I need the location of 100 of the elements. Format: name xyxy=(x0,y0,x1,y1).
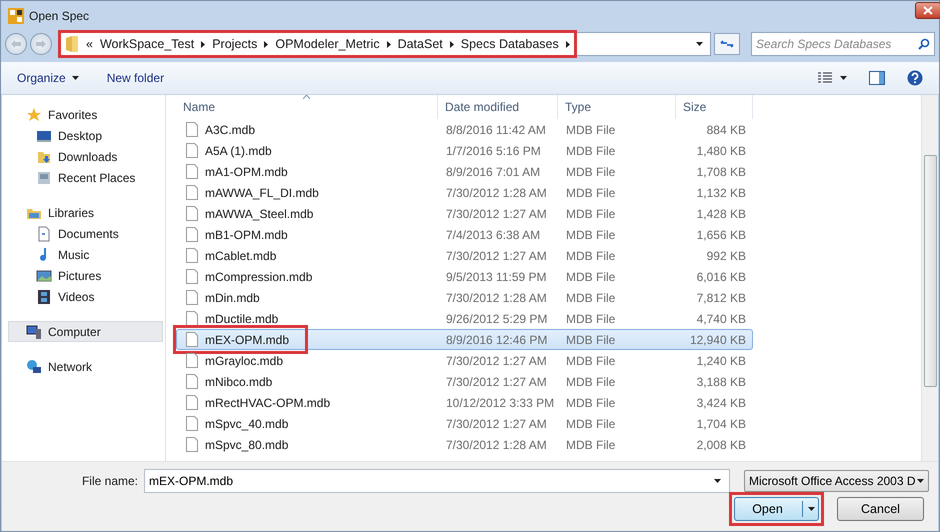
sidebar-item[interactable]: Downloads xyxy=(2,146,165,167)
view-list-icon[interactable] xyxy=(818,72,832,84)
file-row[interactable]: mA1-OPM.mdb 8/9/2016 7:01 AM MDB File 1,708 KB xyxy=(176,161,753,182)
file-name[interactable]: mB1-OPM.mdb xyxy=(205,228,288,242)
file-name[interactable]: mGrayloc.mdb xyxy=(205,354,284,368)
cancel-button[interactable]: Cancel xyxy=(837,497,924,521)
chevron-icon[interactable] xyxy=(386,40,391,48)
type-cell-text: MDB File xyxy=(565,186,616,200)
refresh-icon[interactable] xyxy=(720,38,734,50)
file-row[interactable]: mAWWA_Steel.mdb 7/30/2012 1:27 AM MDB File 1,428 KB xyxy=(176,203,753,224)
document-icon xyxy=(36,226,52,242)
breadcrumb[interactable]: OPModeler_Metric xyxy=(275,37,380,51)
file-name[interactable]: mCablet.mdb xyxy=(205,248,276,262)
sidebar-item[interactable]: Desktop xyxy=(2,125,165,146)
chevron-icon[interactable] xyxy=(201,40,206,48)
toolbar-button[interactable]: Organize xyxy=(17,71,79,85)
dropdown-caret-icon[interactable] xyxy=(714,479,721,483)
breadcrumb[interactable]: Specs Databases xyxy=(460,37,559,51)
overflow-marker[interactable]: « xyxy=(86,37,93,51)
file-icon xyxy=(186,290,198,305)
column-header[interactable]: Size xyxy=(676,95,753,119)
file-row[interactable]: mB1-OPM.mdb 7/4/2013 6:38 AM MDB File 1,656 KB xyxy=(176,224,753,245)
size-cell-text: 1,240 KB xyxy=(696,354,747,368)
sidebar-item[interactable]: Libraries xyxy=(2,202,165,223)
file-row[interactable]: mDin.mdb 7/30/2012 1:28 AM MDB File 7,812 KB xyxy=(176,287,753,308)
close-button[interactable] xyxy=(915,2,940,19)
preview-pane-icon[interactable] xyxy=(869,71,885,85)
search-field[interactable]: Search Specs Databases xyxy=(752,36,918,52)
file-name[interactable]: A3C.mdb xyxy=(205,122,256,136)
type-cell-text: MDB File xyxy=(565,122,616,136)
file-name-label: File name: xyxy=(82,474,138,488)
file-name[interactable]: mRectHVAC-OPM.mdb xyxy=(205,396,330,410)
file-icon xyxy=(186,437,198,452)
chevron-icon[interactable] xyxy=(264,40,268,48)
file-row[interactable]: mDuctile.mdb 9/26/2012 5:29 PM MDB File 4,740 KB xyxy=(176,308,753,329)
type-cell-text: MDB File xyxy=(565,228,616,242)
file-name[interactable]: mAWWA_Steel.mdb xyxy=(205,206,314,220)
sidebar-item[interactable]: Computer xyxy=(8,321,163,342)
file-name[interactable]: mCompression.mdb xyxy=(205,270,312,284)
file-name-combo[interactable]: mEX-OPM.mdb xyxy=(144,469,730,493)
breadcrumb[interactable]: DataSet xyxy=(398,37,443,51)
file-icon xyxy=(186,122,198,137)
dropdown-caret-icon[interactable] xyxy=(696,42,703,46)
date-cell-text: 7/30/2012 1:27 AM xyxy=(445,374,548,388)
search-box[interactable]: Search Specs Databases xyxy=(751,32,935,56)
column-header[interactable]: Type xyxy=(558,95,676,119)
size-cell-text: 1,704 KB xyxy=(696,416,747,430)
file-icon xyxy=(186,227,198,242)
file-name[interactable]: mDuctile.mdb xyxy=(205,312,278,326)
file-row[interactable]: mAWWA_FL_DI.mdb 7/30/2012 1:28 AM MDB File 1,132 KB xyxy=(176,182,753,203)
file-row[interactable]: mSpvc_80.mdb 7/30/2012 1:28 AM MDB File 2,008 KB xyxy=(176,434,753,455)
type-cell-text: MDB File xyxy=(565,416,616,430)
file-icon xyxy=(186,143,198,158)
toolbar-button[interactable]: New folder xyxy=(106,71,164,85)
file-name[interactable]: mDin.mdb xyxy=(205,290,260,304)
sidebar-item[interactable]: Favorites xyxy=(2,104,165,125)
file-name[interactable]: mEX-OPM.mdb xyxy=(205,332,290,346)
file-row[interactable]: mNibco.mdb 7/30/2012 1:27 AM MDB File 3,188 KB xyxy=(176,371,753,392)
search-icon[interactable] xyxy=(918,38,930,50)
breadcrumb[interactable]: Projects xyxy=(212,37,258,51)
file-row[interactable]: mRectHVAC-OPM.mdb 10/12/2012 3:33 PM MDB File 3,424 KB xyxy=(176,392,753,413)
refresh-button[interactable] xyxy=(714,33,740,55)
file-row[interactable]: mCompression.mdb 9/5/2013 11:59 PM MDB File 6,016 KB xyxy=(176,266,753,287)
size-cell-text: 6,016 KB xyxy=(696,270,747,284)
open-button[interactable]: Open xyxy=(734,497,819,521)
file-name[interactable]: mA1-OPM.mdb xyxy=(205,164,288,178)
film-icon xyxy=(36,288,52,304)
address-bar[interactable]: « WorkSpace_Test Projects OPModeler_Metric DataSet Specs Databases xyxy=(60,32,711,56)
file-icon xyxy=(186,269,198,284)
file-row[interactable]: mGrayloc.mdb 7/30/2012 1:27 AM MDB File 1,240 KB xyxy=(176,350,753,371)
close-icon[interactable] xyxy=(923,6,933,15)
file-icon xyxy=(186,395,198,410)
file-type-dropdown[interactable]: Microsoft Office Access 2003 D xyxy=(744,470,929,492)
help-icon[interactable] xyxy=(907,70,923,86)
file-icon xyxy=(186,353,198,368)
file-name[interactable]: A5A (1).mdb xyxy=(205,144,272,158)
file-name[interactable]: mSpvc_80.mdb xyxy=(205,438,288,452)
file-name[interactable]: mNibco.mdb xyxy=(205,374,272,388)
folder-icon xyxy=(65,35,79,53)
file-icon xyxy=(186,206,198,221)
chevron-icon[interactable] xyxy=(450,40,454,48)
column-header[interactable]: Date modified xyxy=(438,95,558,119)
file-row[interactable]: mSpvc_40.mdb 7/30/2012 1:27 AM MDB File 1,704 KB xyxy=(176,413,753,434)
column-header[interactable]: Name xyxy=(176,95,438,119)
sidebar-item[interactable]: Network xyxy=(2,356,165,377)
file-name[interactable]: mSpvc_40.mdb xyxy=(205,416,288,430)
file-row[interactable]: mCablet.mdb 7/30/2012 1:27 AM MDB File 992 KB xyxy=(176,245,753,266)
file-icon xyxy=(186,374,198,389)
sidebar-item[interactable]: Videos xyxy=(2,286,165,307)
file-name[interactable]: mAWWA_FL_DI.mdb xyxy=(205,186,319,200)
sidebar-item[interactable]: Music xyxy=(2,244,165,265)
sidebar-item[interactable]: Pictures xyxy=(2,265,165,286)
sidebar-item[interactable]: Recent Places xyxy=(2,167,165,188)
chevron-icon[interactable] xyxy=(566,40,570,48)
sidebar-item[interactable]: Documents xyxy=(2,223,165,244)
breadcrumb[interactable]: WorkSpace_Test xyxy=(100,37,194,51)
vertical-scrollbar[interactable] xyxy=(921,95,938,461)
file-row[interactable]: A3C.mdb 8/8/2016 11:42 AM MDB File 884 KB xyxy=(176,119,753,140)
view-menu-caret-icon[interactable] xyxy=(840,76,847,80)
file-row[interactable]: A5A (1).mdb 1/7/2016 5:16 PM MDB File 1,480 KB xyxy=(176,140,753,161)
